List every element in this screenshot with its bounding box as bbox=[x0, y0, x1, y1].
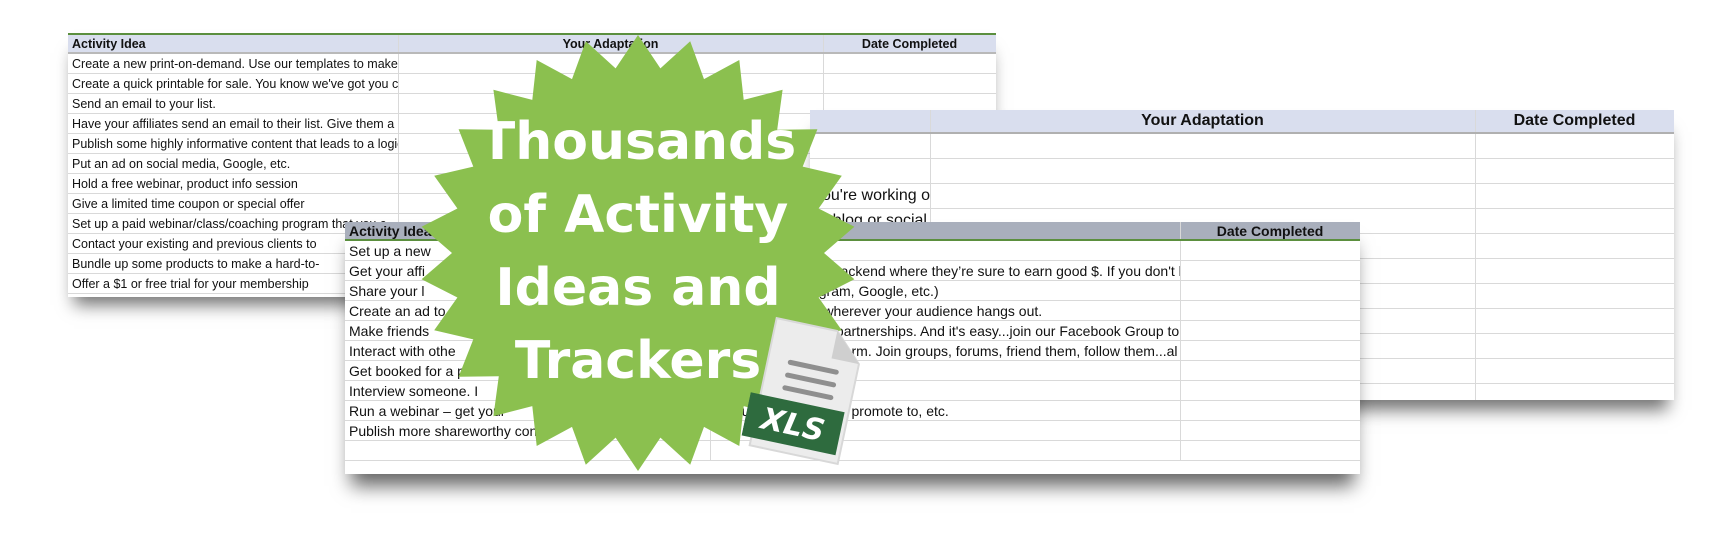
cell-date-completed[interactable] bbox=[1475, 233, 1674, 259]
cell-date-completed[interactable] bbox=[1180, 340, 1360, 361]
cell-activity-idea[interactable]: Create a quick printable for sale. You k… bbox=[68, 73, 399, 94]
cell-date-completed[interactable] bbox=[1180, 280, 1360, 301]
cell-date-completed[interactable] bbox=[1180, 440, 1360, 461]
cell-activity-idea[interactable]: Put an ad on social media, Google, etc. bbox=[68, 153, 399, 174]
cell-date-completed[interactable] bbox=[1180, 260, 1360, 281]
cell-adaptation[interactable] bbox=[930, 158, 1476, 184]
cell-date-completed[interactable] bbox=[1475, 258, 1674, 284]
cell-date-completed[interactable] bbox=[1180, 240, 1360, 261]
cell-activity-idea[interactable]: Give a limited time coupon or special of… bbox=[68, 193, 399, 214]
cell-date-completed[interactable] bbox=[1475, 283, 1674, 309]
cell-date-completed[interactable] bbox=[1475, 358, 1674, 384]
table-row: you're working on (personal or something… bbox=[810, 183, 1674, 209]
cell-date-completed[interactable] bbox=[1180, 420, 1360, 441]
badge-line: Ideas and bbox=[495, 258, 781, 318]
cell-adaptation[interactable] bbox=[930, 183, 1476, 209]
cell-activity-idea[interactable]: Hold a free webinar, product info sessio… bbox=[68, 173, 399, 194]
header-row: Your Adaptation Date Completed bbox=[810, 110, 1674, 134]
column-header-activity-idea: Activity Idea bbox=[68, 35, 399, 54]
cell-date-completed[interactable] bbox=[1180, 360, 1360, 381]
cell-date-completed[interactable] bbox=[1475, 333, 1674, 359]
cell-date-completed[interactable] bbox=[1475, 158, 1674, 184]
cell-date-completed[interactable] bbox=[1475, 308, 1674, 334]
cell-date-completed[interactable] bbox=[1180, 320, 1360, 341]
cell-activity-idea[interactable]: Create a new print-on-demand. Use our te… bbox=[68, 53, 399, 74]
column-header-date-completed: Date Completed bbox=[1475, 110, 1674, 134]
cell-activity-idea[interactable]: Have your affiliates send an email to th… bbox=[68, 113, 399, 134]
column-header-date-completed: Date Completed bbox=[1180, 222, 1360, 241]
cell-activity-idea[interactable]: Send an email to your list. bbox=[68, 93, 399, 114]
cell-adaptation[interactable] bbox=[930, 133, 1476, 159]
cell-date-completed[interactable] bbox=[1475, 383, 1674, 400]
table-row bbox=[810, 158, 1674, 184]
cell-date-completed[interactable] bbox=[1180, 300, 1360, 321]
cell-date-completed[interactable] bbox=[1475, 183, 1674, 209]
badge-line: of Activity bbox=[487, 185, 789, 245]
cell-date-completed[interactable] bbox=[1180, 400, 1360, 421]
cell-date-completed[interactable] bbox=[1475, 208, 1674, 234]
table-row bbox=[810, 133, 1674, 159]
badge-line: Thousands bbox=[479, 112, 797, 172]
cell-activity-idea[interactable]: Publish some highly informative content … bbox=[68, 133, 399, 154]
cell-date-completed[interactable] bbox=[1475, 133, 1674, 159]
column-header-your-adaptation: Your Adaptation bbox=[930, 110, 1476, 134]
cell-date-completed[interactable] bbox=[1180, 380, 1360, 401]
